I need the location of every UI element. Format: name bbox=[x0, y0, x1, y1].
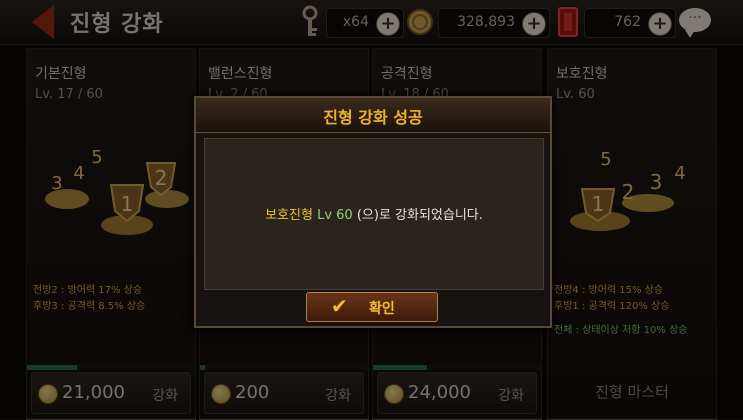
message-formation-name: 보호진형 bbox=[265, 208, 313, 223]
check-icon: ✔ bbox=[331, 294, 348, 318]
confirm-button[interactable]: ✔ 확인 bbox=[306, 292, 438, 322]
confirm-label: 확인 bbox=[369, 301, 395, 317]
dialog-message: 보호진형 Lv 60 (으)로 강화되었습니다. bbox=[205, 204, 543, 223]
message-level: Lv 60 bbox=[317, 208, 353, 223]
dialog-header: 진형 강화 성공 bbox=[196, 98, 550, 133]
upgrade-success-dialog: 진형 강화 성공 보호진형 Lv 60 (으)로 강화되었습니다. ✔ 확인 bbox=[194, 96, 552, 328]
message-text: (으)로 강화되었습니다. bbox=[352, 208, 483, 223]
dialog-title: 진형 강화 성공 bbox=[323, 108, 423, 127]
dialog-body: 보호진형 Lv 60 (으)로 강화되었습니다. bbox=[204, 138, 544, 290]
